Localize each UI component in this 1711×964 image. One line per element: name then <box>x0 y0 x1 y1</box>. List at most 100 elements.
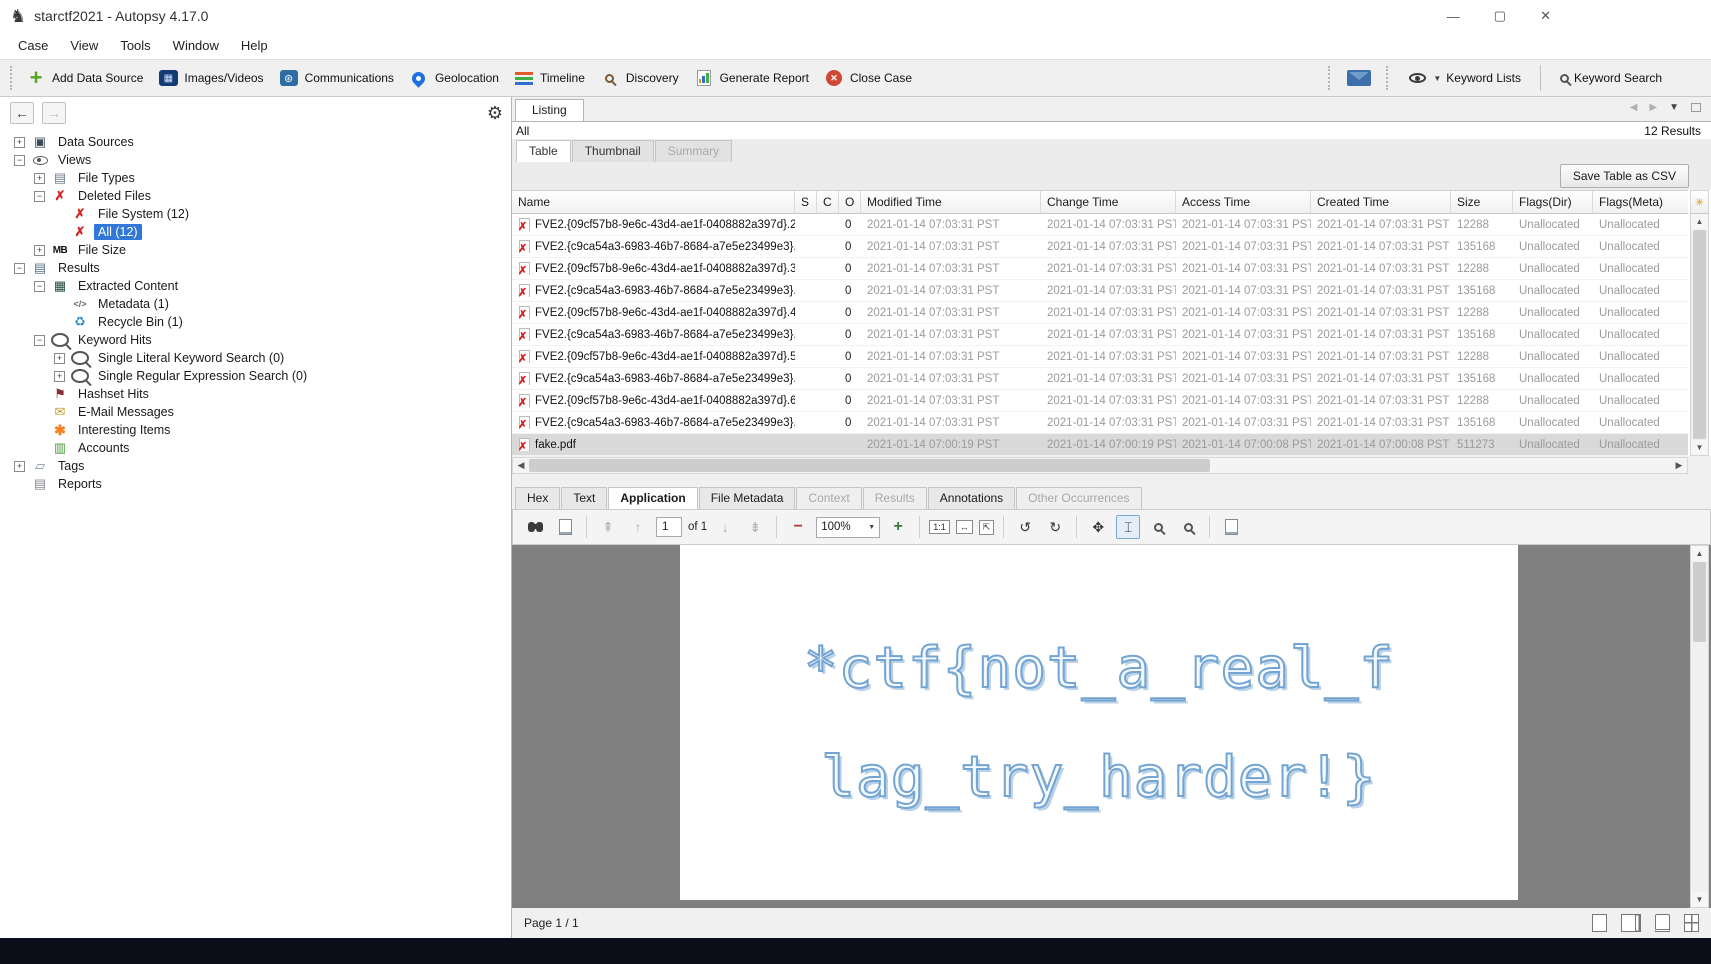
view-tab[interactable]: Thumbnail <box>572 140 654 162</box>
actual-size-icon[interactable]: 1:1 <box>929 520 950 534</box>
tree-item[interactable]: File System (12) <box>0 205 511 223</box>
column-settings-icon[interactable]: ✳ <box>1691 191 1708 214</box>
table-row[interactable]: FVE2.{09cf57b8-9e6c-43d4-ae1f-0408882a39… <box>512 214 1688 236</box>
table-row[interactable]: FVE2.{c9ca54a3-6983-46b7-8684-a7e5e23499… <box>512 280 1688 302</box>
previous-page-icon[interactable]: ↑ <box>626 515 650 539</box>
table-row[interactable]: FVE2.{09cf57b8-9e6c-43d4-ae1f-0408882a39… <box>512 346 1688 368</box>
zoom-level-select[interactable]: 100% ▼ <box>816 517 880 538</box>
table-row[interactable]: FVE2.{c9ca54a3-6983-46b7-8684-a7e5e23499… <box>512 324 1688 346</box>
tree-item[interactable]: − Keyword Hits <box>0 331 511 349</box>
tree-expander-icon[interactable]: − <box>14 263 25 274</box>
find-icon[interactable] <box>523 515 547 539</box>
menu-item[interactable]: Help <box>231 34 278 57</box>
next-page-icon[interactable]: ↓ <box>713 515 737 539</box>
tree-item[interactable]: + Data Sources <box>0 133 511 151</box>
tree-item[interactable]: Metadata (1) <box>0 295 511 313</box>
tree-item[interactable]: Hashset Hits <box>0 385 511 403</box>
zoom-dynamic-icon[interactable] <box>1176 515 1200 539</box>
pan-tool-icon[interactable]: ✥ <box>1086 515 1110 539</box>
tree-item[interactable]: Accounts <box>0 439 511 457</box>
tree-expander-icon[interactable]: + <box>34 173 45 184</box>
mail-icon[interactable] <box>1344 68 1374 88</box>
zoom-in-icon[interactable]: + <box>886 515 910 539</box>
view-tab[interactable]: Table <box>516 140 571 162</box>
fit-width-icon[interactable]: ↔ <box>956 520 973 534</box>
table-vertical-scrollbar[interactable]: ✳ ▲ ▼ <box>1690 190 1709 456</box>
zoom-out-icon[interactable]: − <box>786 515 810 539</box>
toolbar-button[interactable]: Discovery <box>592 65 686 91</box>
viewer-tab[interactable]: Application <box>608 487 697 509</box>
table-row[interactable]: FVE2.{09cf57b8-9e6c-43d4-ae1f-0408882a39… <box>512 390 1688 412</box>
tree-item[interactable]: − Views <box>0 151 511 169</box>
scrollbar-thumb[interactable] <box>1693 562 1706 642</box>
column-header-c[interactable]: C <box>817 191 839 213</box>
menu-item[interactable]: Case <box>8 34 58 57</box>
rotate-cw-icon[interactable]: ↻ <box>1043 515 1067 539</box>
extract-text-icon[interactable] <box>553 515 577 539</box>
tree-item[interactable]: − Extracted Content <box>0 277 511 295</box>
tree-expander-icon[interactable]: − <box>14 155 25 166</box>
minimize-button[interactable]: — <box>1447 9 1460 24</box>
tree-expander-icon[interactable]: − <box>34 335 45 346</box>
tree-expander-icon[interactable]: + <box>54 371 65 382</box>
table-row[interactable]: FVE2.{c9ca54a3-6983-46b7-8684-a7e5e23499… <box>512 236 1688 258</box>
page-number-input[interactable]: 1 <box>656 517 682 537</box>
tree-item[interactable]: Interesting Items <box>0 421 511 439</box>
close-button[interactable]: ✕ <box>1540 8 1551 24</box>
scroll-right-icon[interactable]: ▶ <box>1671 460 1687 471</box>
tree-item[interactable]: Recycle Bin (1) <box>0 313 511 331</box>
column-header-change[interactable]: Change Time <box>1041 191 1176 213</box>
pdf-viewport[interactable]: *ctf{not_a_real_f lag_try_harder!} ▲ ▼ <box>512 545 1711 908</box>
menu-item[interactable]: Tools <box>110 34 160 57</box>
keyword-search-button[interactable]: Keyword Search <box>1553 68 1703 88</box>
viewer-tab[interactable]: Results <box>863 487 927 509</box>
table-row[interactable]: FVE2.{c9ca54a3-6983-46b7-8684-a7e5e23499… <box>512 368 1688 390</box>
table-row[interactable]: FVE2.{09cf57b8-9e6c-43d4-ae1f-0408882a39… <box>512 258 1688 280</box>
tree-item[interactable]: All (12) <box>0 223 511 241</box>
table-row[interactable]: FVE2.{09cf57b8-9e6c-43d4-ae1f-0408882a39… <box>512 302 1688 324</box>
pdf-vertical-scrollbar[interactable]: ▲ ▼ <box>1690 545 1709 908</box>
column-header-flagsmeta[interactable]: Flags(Meta) <box>1593 191 1688 213</box>
tree-item[interactable]: − Results <box>0 259 511 277</box>
column-header-name[interactable]: Name <box>512 191 795 213</box>
tree-expander-icon[interactable]: − <box>34 191 45 202</box>
toolbar-button[interactable]: ✕ Close Case <box>816 65 919 91</box>
maximize-button[interactable]: ▢ <box>1494 8 1506 24</box>
column-header-flagsdir[interactable]: Flags(Dir) <box>1513 191 1593 213</box>
scrollbar-thumb[interactable] <box>1693 230 1706 439</box>
first-page-icon[interactable]: ⇞ <box>596 515 620 539</box>
tree-item[interactable]: E-Mail Messages <box>0 403 511 421</box>
scroll-up-icon[interactable]: ▲ <box>1691 546 1708 561</box>
tree-item[interactable]: + Single Literal Keyword Search (0) <box>0 349 511 367</box>
scroll-tabs-left-icon[interactable]: ◀ <box>1630 102 1638 113</box>
menu-item[interactable]: Window <box>163 34 229 57</box>
viewer-tab[interactable]: Text <box>561 487 607 509</box>
float-window-icon[interactable] <box>1691 103 1701 112</box>
table-row[interactable]: FVE2.{c9ca54a3-6983-46b7-8684-a7e5e23499… <box>512 412 1688 434</box>
table-row[interactable]: fake.pdf 2021-01-14 07:00:19 PST 2021-01… <box>512 434 1688 456</box>
last-page-icon[interactable]: ⇟ <box>743 515 767 539</box>
viewer-tab[interactable]: Other Occurrences <box>1016 487 1141 509</box>
tree-item[interactable]: + File Size <box>0 241 511 259</box>
facing-pages-view-icon[interactable] <box>1655 914 1670 932</box>
tree-expander-icon[interactable]: − <box>34 281 45 292</box>
toolbar-button[interactable]: Timeline <box>506 65 592 91</box>
single-page-view-icon[interactable] <box>1592 914 1607 932</box>
tab-listing[interactable]: Listing <box>515 99 584 121</box>
column-header-access[interactable]: Access Time <box>1176 191 1311 213</box>
text-properties-icon[interactable] <box>1219 515 1243 539</box>
tab-list-dropdown-icon[interactable]: ▼ <box>1669 102 1679 113</box>
viewer-tab[interactable]: File Metadata <box>699 487 796 509</box>
table-horizontal-scrollbar[interactable]: ◀ ▶ <box>512 457 1688 474</box>
rotate-ccw-icon[interactable]: ↺ <box>1013 515 1037 539</box>
tree-item[interactable]: Reports <box>0 475 511 493</box>
fit-page-icon[interactable]: ⇱ <box>979 520 995 535</box>
save-table-csv-button[interactable]: Save Table as CSV <box>1560 164 1689 188</box>
viewer-tab[interactable]: Context <box>796 487 861 509</box>
scroll-down-icon[interactable]: ▼ <box>1691 892 1708 907</box>
grid-view-icon[interactable] <box>1684 914 1699 932</box>
tree-item[interactable]: + Single Regular Expression Search (0) <box>0 367 511 385</box>
back-button[interactable]: ← <box>10 102 34 124</box>
tree-expander-icon[interactable]: + <box>14 137 25 148</box>
toolbar-button[interactable]: Generate Report <box>686 65 816 91</box>
